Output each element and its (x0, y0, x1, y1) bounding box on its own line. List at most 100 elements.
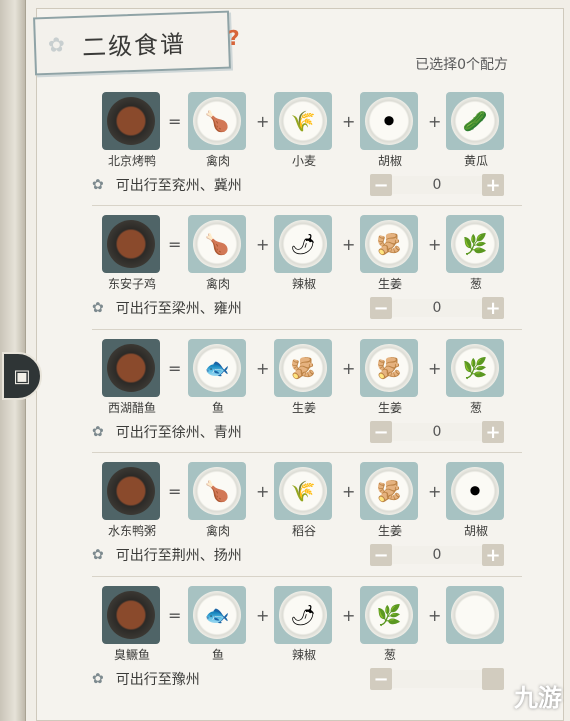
ingredient-tile: 🫚 (274, 339, 332, 397)
dish-slot[interactable]: 东安子鸡 (102, 215, 162, 292)
ginger-icon: 🫚 (365, 220, 413, 268)
chili-icon: 🌶 (279, 220, 327, 268)
ingredient-slot[interactable]: 🫚 生姜 (360, 215, 420, 292)
poultry-icon: 🍗 (193, 467, 241, 515)
ingredient-name: 禽肉 (205, 277, 230, 291)
quantity-stepper[interactable]: −0 + (370, 174, 504, 196)
ingredient-slot[interactable] (446, 586, 506, 646)
plus-sign: + (428, 359, 442, 378)
ingredient-slot[interactable]: 🌿 葱 (446, 215, 506, 292)
duck-porridge-icon (107, 467, 155, 515)
plus-sign: + (342, 359, 356, 378)
recipe-divider (92, 205, 522, 206)
flower-icon: ✿ (92, 671, 104, 687)
equals-sign: = (168, 359, 182, 378)
quantity-stepper[interactable]: −0 + (370, 297, 504, 319)
plus-sign: + (342, 112, 356, 131)
ingredient-tile: 🌿 (360, 586, 418, 644)
ingredient-slot[interactable]: 🫚 生姜 (274, 339, 334, 416)
ingredient-slot[interactable]: 🍗 禽肉 (188, 462, 248, 539)
dish-slot[interactable]: 北京烤鸭 (102, 92, 162, 169)
equals-sign: = (168, 482, 182, 501)
ingredient-name: 生姜 (377, 524, 402, 538)
dish-slot[interactable]: 臭鳜鱼 (102, 586, 162, 663)
ingredient-name: 胡椒 (377, 154, 402, 168)
dish-slot[interactable]: 水东鸭粥 (102, 462, 162, 539)
help-icon[interactable]: ? (228, 26, 240, 50)
equals-sign: = (168, 606, 182, 625)
ingredient-slot[interactable]: 🌾 稻谷 (274, 462, 334, 539)
ingredient-tile: 🌾 (274, 462, 332, 520)
decrement-button[interactable]: − (370, 174, 392, 196)
plus-sign: + (256, 359, 270, 378)
ingredient-tile: ⚫ (446, 462, 504, 520)
decrement-button[interactable]: − (370, 544, 392, 566)
ingredient-slot[interactable]: 🌶 辣椒 (274, 586, 334, 663)
ingredient-tile: 🌾 (274, 92, 332, 150)
plus-sign: + (256, 482, 270, 501)
ingredient-tile: 🍗 (188, 92, 246, 150)
quantity-stepper[interactable]: −0 + (370, 544, 504, 566)
quantity-value: 0 (392, 546, 482, 564)
poultry-icon: 🍗 (193, 220, 241, 268)
increment-button[interactable]: + (482, 544, 504, 566)
scallion-icon: 🌿 (451, 344, 499, 392)
poultry-icon: 🍗 (193, 97, 241, 145)
equals-sign: = (168, 112, 182, 131)
scallion-icon: 🌿 (365, 591, 413, 639)
ingredient-name: 生姜 (377, 277, 402, 291)
increment-button[interactable]: + (482, 421, 504, 443)
ingredient-slot[interactable]: 🌿 葱 (360, 586, 420, 663)
plus-sign: + (256, 112, 270, 131)
ingredient-name: 鱼 (211, 401, 224, 415)
ingredient-name: 鱼 (211, 648, 224, 662)
ingredient-slot[interactable]: 🌶 辣椒 (274, 215, 334, 292)
ingredient-slot[interactable]: 🍗 禽肉 (188, 215, 248, 292)
route-text: 可出行至豫州 (115, 672, 200, 688)
pepper-icon: ⚫ (365, 97, 413, 145)
flower-icon: ✿ (92, 177, 104, 193)
decrement-button[interactable]: − (370, 668, 392, 690)
ingredient-tile: 🌶 (274, 215, 332, 273)
ingredient-slot[interactable]: 🐟 鱼 (188, 339, 248, 416)
increment-button[interactable] (482, 668, 504, 690)
decrement-button[interactable]: − (370, 421, 392, 443)
ingredient-slot[interactable]: 🌾 小麦 (274, 92, 334, 169)
ingredient-slot[interactable]: 🍗 禽肉 (188, 92, 248, 169)
ingredient-tile: 🍗 (188, 215, 246, 273)
ingredient-slot[interactable]: 🥒 黄瓜 (446, 92, 506, 169)
quantity-stepper[interactable]: −0 + (370, 421, 504, 443)
ingredient-name: 禽肉 (205, 154, 230, 168)
fish-icon: 🐟 (193, 344, 241, 392)
ingredient-tile: 🍗 (188, 462, 246, 520)
dish-tile (102, 92, 160, 150)
quantity-value: 0 (392, 299, 482, 317)
ingredient-name: 葱 (469, 277, 482, 291)
ingredient-slot[interactable]: 🌿 葱 (446, 339, 506, 416)
dish-slot[interactable]: 西湖醋鱼 (102, 339, 162, 416)
flower-decoration-icon: ✿ (47, 32, 66, 57)
ingredient-slot[interactable]: ⚫ 胡椒 (360, 92, 420, 169)
ingredient-tile: 🌿 (446, 215, 504, 273)
plus-sign: + (342, 606, 356, 625)
chili-icon: 🌶 (279, 591, 327, 639)
route-text: 可出行至徐州、青州 (115, 425, 242, 441)
ingredient-tile: ⚫ (360, 92, 418, 150)
recipe-row: 西湖醋鱼 = 🐟 鱼 + 🫚 生姜 + 🫚 生姜 + 🌿 葱 ✿ 可出行至徐州、青州 −0 + (92, 339, 522, 457)
quantity-value: 0 (392, 176, 482, 194)
dish-name: 水东鸭粥 (107, 524, 156, 538)
recipe-row: 东安子鸡 = 🍗 禽肉 + 🌶 辣椒 + 🫚 生姜 + 🌿 葱 ✿ 可出行至梁州、雍州 −0 + (92, 215, 522, 333)
ingredient-name: 葱 (469, 401, 482, 415)
plus-sign: + (256, 235, 270, 254)
ingredient-slot[interactable]: 🫚 生姜 (360, 462, 420, 539)
recipe-row: 水东鸭粥 = 🍗 禽肉 + 🌾 稻谷 + 🫚 生姜 + ⚫ 胡椒 ✿ 可出行至荆州、扬州 −0 + (92, 462, 522, 580)
decrement-button[interactable]: − (370, 297, 392, 319)
ingredient-slot[interactable]: ⚫ 胡椒 (446, 462, 506, 539)
ingredient-name: 辣椒 (291, 648, 316, 662)
plus-sign: + (428, 482, 442, 501)
increment-button[interactable]: + (482, 297, 504, 319)
quantity-stepper[interactable]: − (370, 668, 504, 690)
ingredient-slot[interactable]: 🫚 生姜 (360, 339, 420, 416)
increment-button[interactable]: + (482, 174, 504, 196)
ingredient-slot[interactable]: 🐟 鱼 (188, 586, 248, 663)
